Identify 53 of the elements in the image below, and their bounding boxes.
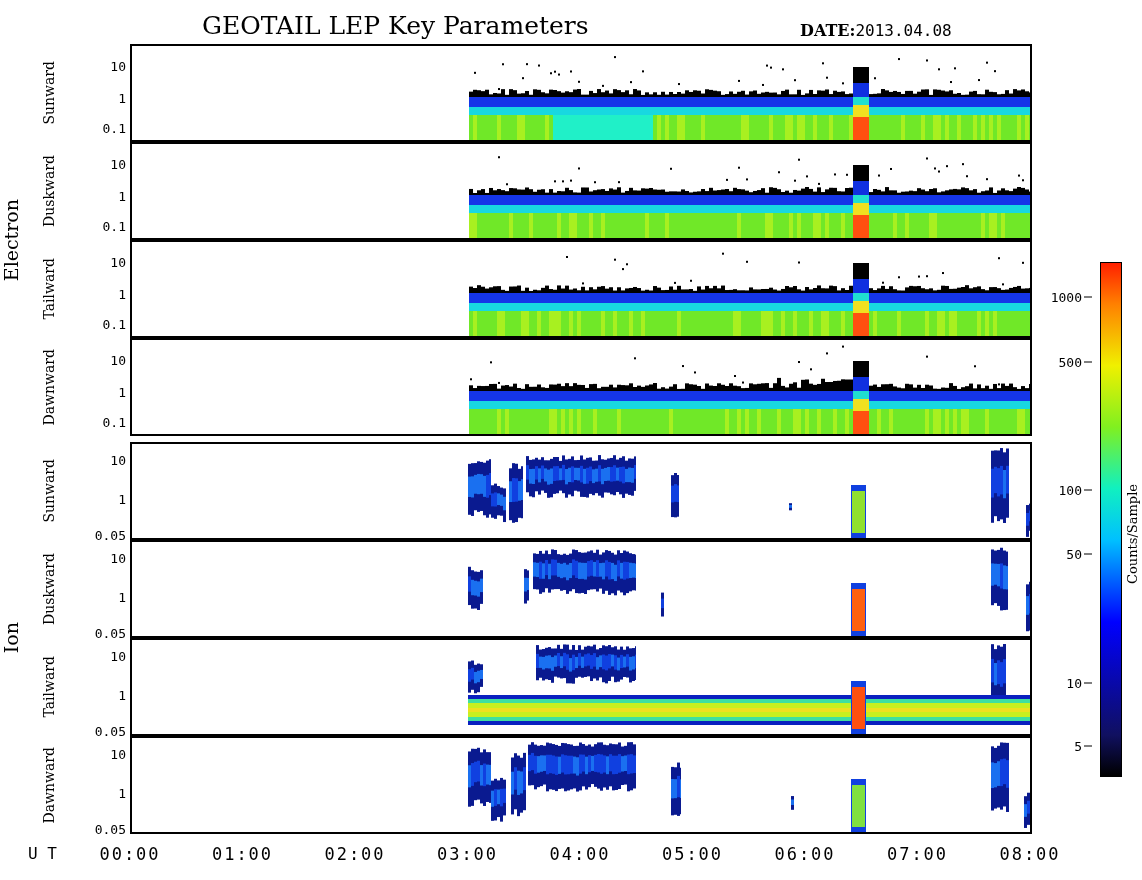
axis-tick-label: 10 — [110, 353, 126, 367]
axis-tick-label: 1 — [118, 189, 126, 203]
time-tick-label: 05:00 — [661, 844, 724, 864]
scale-tick-label: 1000 — [1050, 290, 1082, 304]
axis-tick-label: 0.1 — [102, 121, 126, 135]
scale-tick-label: 10 — [1066, 676, 1082, 690]
axis-tick-label: 0.1 — [102, 219, 126, 233]
plot-title: GEOTAIL LEP Key Parameters — [202, 11, 590, 40]
axis-label: U T — [27, 844, 58, 863]
time-tick-label: 04:00 — [549, 844, 611, 864]
axis-tick-label: 1 — [118, 287, 126, 301]
axis-tick-label: 10 — [110, 59, 126, 73]
axis-tick-label: 10 — [110, 453, 126, 467]
axis-tick-label: 1 — [118, 590, 126, 604]
panel-label: Dawnward — [41, 348, 57, 426]
time-tick-label: 02:00 — [324, 844, 386, 864]
time-tick-label: 03:00 — [436, 844, 499, 864]
panel-label: Dawnward — [41, 746, 57, 824]
axis-tick-label: 10 — [110, 649, 126, 663]
scale-tick-label: 50 — [1066, 547, 1082, 561]
group-label: Ion — [0, 622, 23, 654]
panel-label: Tailward — [41, 258, 57, 320]
axis-tick-label: 0.05 — [94, 822, 126, 836]
date-label: DATE:2013.04.08 — [800, 21, 952, 40]
scale-tick-label: 5 — [1074, 739, 1082, 753]
axis-tick-label: 0.05 — [94, 724, 126, 738]
panel-label: Duskward — [41, 155, 57, 227]
scale-title: Counts/Sample — [1125, 484, 1140, 584]
panel-label: Tailward — [41, 656, 57, 718]
scale-tick-label: 100 — [1058, 483, 1082, 497]
group-label: Electron — [0, 198, 23, 282]
axis-tick-label: 0.1 — [102, 317, 126, 331]
panel-label: Sunward — [41, 61, 57, 125]
time-tick-label: 06:00 — [774, 844, 836, 864]
axis-tick-label: 1 — [118, 492, 126, 506]
time-tick-label: 08:00 — [999, 844, 1061, 864]
axis-tick-label: 0.1 — [102, 415, 126, 429]
axis-tick-label: 1 — [118, 91, 126, 105]
axis-tick-label: 1 — [118, 688, 126, 702]
axis-tick-label: 10 — [110, 255, 126, 269]
axis-tick-label: 1 — [118, 385, 126, 399]
axis-tick-label: 10 — [110, 747, 126, 761]
scale-tick-label: 500 — [1058, 355, 1082, 369]
panel-label: Duskward — [41, 553, 57, 625]
time-tick-label: 00:00 — [99, 844, 161, 864]
axis-tick-label: 1 — [118, 786, 126, 800]
panel-label: Sunward — [41, 459, 57, 523]
axis-tick-label: 0.05 — [94, 528, 126, 542]
axis-tick-label: 10 — [110, 157, 126, 171]
time-tick-label: 01:00 — [211, 844, 274, 864]
axis-tick-label: 0.05 — [94, 626, 126, 640]
time-tick-label: 07:00 — [886, 844, 949, 864]
axis-tick-label: 10 — [110, 551, 126, 565]
